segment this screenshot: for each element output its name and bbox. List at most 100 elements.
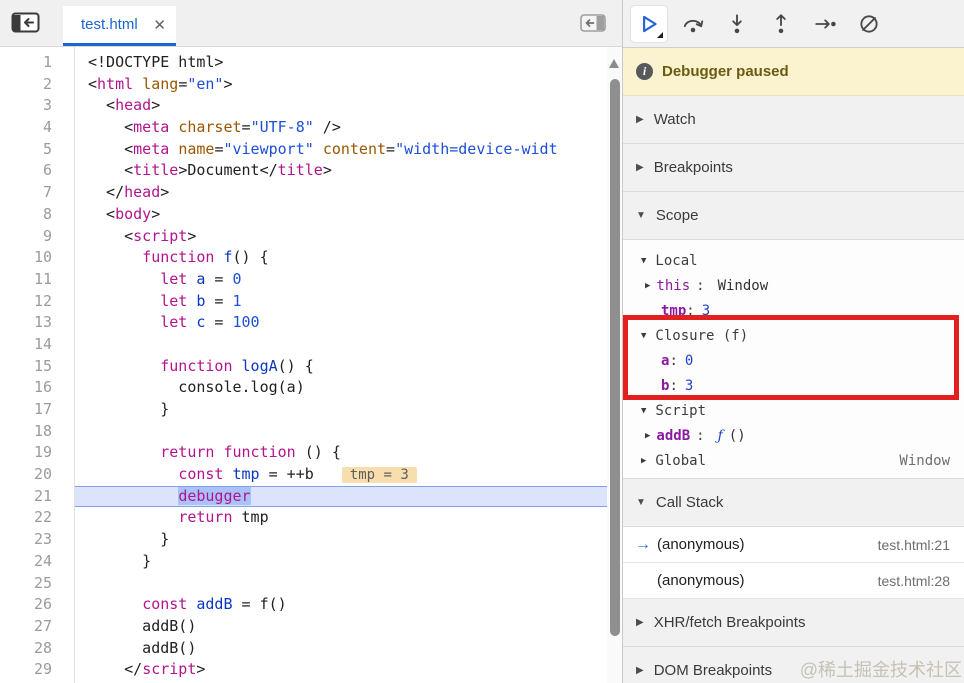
line-number[interactable]: 18: [0, 421, 74, 443]
sources-editor-panel: test.html ✕ 1 2 3 4 5 6 7 8 9 10 11 12 13 14 15 16 17 18 1…: [0, 0, 622, 683]
scope-section[interactable]: ▼ Script: [623, 398, 964, 423]
resume-button[interactable]: [631, 5, 667, 42]
line-number[interactable]: 29: [0, 659, 74, 681]
line-number[interactable]: 14: [0, 334, 74, 356]
chevron-right-icon: ▶: [641, 455, 647, 466]
scope-section[interactable]: ▼ Local: [623, 248, 964, 273]
line-number[interactable]: 2: [0, 74, 74, 96]
line-number[interactable]: 13: [0, 312, 74, 334]
line-number[interactable]: 6: [0, 160, 74, 182]
line-number[interactable]: 3: [0, 95, 74, 117]
code-line: const tmp = ++b tmp = 3: [75, 464, 607, 486]
line-number[interactable]: 21: [0, 486, 74, 508]
deactivate-breakpoints-button[interactable]: [851, 6, 887, 42]
hide-navigator-icon[interactable]: [11, 12, 41, 34]
scope-variable[interactable]: tmp:3: [623, 298, 964, 323]
code-line: }: [88, 400, 170, 418]
chevron-down-icon: ▼: [641, 255, 647, 266]
scrollbar-thumb[interactable]: [609, 79, 620, 636]
tab-test-html[interactable]: test.html ✕: [63, 6, 176, 46]
line-number[interactable]: 22: [0, 507, 74, 529]
variable-name: addB: [656, 427, 691, 444]
variable-name: this: [656, 277, 691, 294]
chevron-right-icon: ▶: [645, 430, 651, 441]
scope-pane: ▼ Local ▶ this: Window tmp:3 ▼ Closure (f) a:0 b:…: [623, 240, 964, 479]
scope-variable[interactable]: ▶ this: Window: [623, 273, 964, 298]
tab-title: test.html: [81, 16, 138, 33]
chevron-right-icon: ▶: [636, 114, 644, 125]
line-number[interactable]: 8: [0, 204, 74, 226]
scrollbar-track[interactable]: [607, 47, 622, 683]
variable-value: 3: [701, 302, 711, 319]
colon: :: [696, 427, 705, 444]
colon: :: [669, 352, 678, 369]
line-number[interactable]: 9: [0, 226, 74, 248]
section-xhr-breakpoints[interactable]: ▶ XHR/fetch Breakpoints: [623, 599, 964, 647]
line-number[interactable]: 12: [0, 291, 74, 313]
scope-variable[interactable]: a:0: [623, 348, 964, 373]
line-number[interactable]: 17: [0, 399, 74, 421]
line-number[interactable]: 7: [0, 182, 74, 204]
step-out-button[interactable]: [763, 6, 799, 42]
line-number[interactable]: 1: [0, 52, 74, 74]
code-line: function f() {: [142, 248, 269, 267]
code-line: addB(): [88, 616, 197, 635]
scope-section[interactable]: ▶ Global Window: [623, 448, 964, 473]
colon: :: [669, 377, 678, 394]
inline-value-hint: tmp = 3: [341, 467, 417, 484]
code-line: console.log(a): [88, 378, 305, 397]
section-call-stack-label: Call Stack: [655, 494, 724, 511]
line-number[interactable]: 16: [0, 377, 74, 399]
line-number[interactable]: 24: [0, 551, 74, 573]
scroll-up-arrow-icon[interactable]: [609, 59, 619, 68]
step-button[interactable]: [807, 6, 843, 42]
code-line: }: [88, 551, 152, 570]
variable-name: a: [661, 352, 670, 369]
info-icon: i: [636, 63, 653, 80]
scope-section[interactable]: ▼ Closure (f): [623, 323, 964, 348]
line-number[interactable]: 28: [0, 638, 74, 660]
chevron-right-icon: ▶: [636, 617, 644, 628]
chevron-right-icon: ▶: [636, 665, 644, 676]
frame-location[interactable]: test.html:21: [878, 537, 950, 553]
section-breakpoints[interactable]: ▶ Breakpoints: [623, 144, 964, 192]
scope-variable[interactable]: ▶ addB: ƒ (): [623, 423, 964, 448]
call-stack-frame[interactable]: (anonymous) test.html:28: [623, 563, 964, 599]
line-number[interactable]: 11: [0, 269, 74, 291]
step-into-button[interactable]: [719, 6, 755, 42]
call-stack-frame[interactable]: → (anonymous) test.html:21: [623, 527, 964, 563]
variable-name: tmp: [661, 302, 687, 319]
code-line: <meta charset="UTF-8" />: [88, 118, 341, 137]
step-over-button[interactable]: [675, 6, 711, 42]
scope-section-label: Global: [655, 452, 706, 469]
scope-variable[interactable]: b:3: [623, 373, 964, 398]
call-stack-list: → (anonymous) test.html:21 (anonymous) test.…: [623, 527, 964, 599]
line-number[interactable]: 15: [0, 356, 74, 378]
code-line: }: [88, 530, 170, 549]
line-number[interactable]: 25: [0, 573, 74, 595]
section-watch[interactable]: ▶ Watch: [623, 96, 964, 144]
frame-name: (anonymous): [657, 572, 745, 589]
line-number[interactable]: 10: [0, 247, 74, 269]
line-number[interactable]: 26: [0, 594, 74, 616]
section-watch-label: Watch: [653, 111, 696, 128]
code-line: function logA() {: [160, 356, 314, 375]
line-number[interactable]: 27: [0, 616, 74, 638]
line-number[interactable]: 4: [0, 117, 74, 139]
line-number-gutter: 1 2 3 4 5 6 7 8 9 10 11 12 13 14 15 16 17 18 19 20 21 22 23 24 2…: [0, 47, 75, 683]
scope-section-label: Closure (f): [655, 327, 749, 344]
frame-location[interactable]: test.html:28: [878, 573, 950, 589]
line-number[interactable]: 5: [0, 139, 74, 161]
code-line: <body>: [88, 204, 161, 223]
hide-debugger-panel-icon[interactable]: [580, 14, 606, 34]
tab-close-icon[interactable]: ✕: [153, 16, 166, 34]
line-number[interactable]: 23: [0, 529, 74, 551]
debugger-sidebar: i Debugger paused ▶ Watch ▶ Breakpoints …: [622, 0, 964, 683]
section-call-stack[interactable]: ▼ Call Stack: [623, 479, 964, 527]
line-number[interactable]: 19: [0, 442, 74, 464]
section-dom-breakpoints[interactable]: ▶ DOM Breakpoints: [623, 647, 964, 683]
section-scope[interactable]: ▼ Scope: [623, 192, 964, 240]
line-number[interactable]: 20: [0, 464, 74, 486]
code-line: return tmp: [178, 508, 269, 527]
